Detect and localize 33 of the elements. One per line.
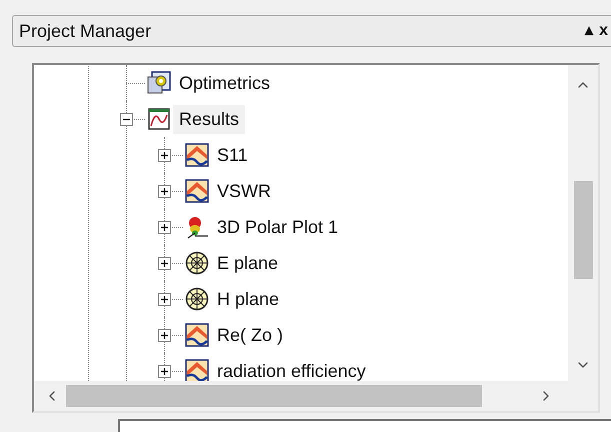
close-button[interactable]: x — [596, 23, 611, 39]
plot-icon — [185, 359, 209, 381]
horizontal-scrollbar[interactable] — [34, 381, 568, 411]
expand-button[interactable] — [158, 328, 170, 342]
polar-plot-icon — [185, 287, 209, 311]
expand-button[interactable] — [158, 256, 170, 270]
vertical-scrollbar[interactable] — [568, 65, 598, 381]
tree-item[interactable]: Re( Zo ) — [211, 320, 290, 350]
expand-button[interactable] — [158, 148, 170, 162]
tree-item[interactable]: E plane — [211, 248, 284, 278]
chart-window-icon — [147, 107, 171, 131]
expand-button[interactable] — [158, 184, 170, 198]
expand-button[interactable] — [158, 292, 170, 306]
tree-item[interactable]: 3D Polar Plot 1 — [211, 212, 344, 242]
tree-item[interactable]: Results — [173, 104, 246, 134]
tree-item[interactable]: Optimetrics — [173, 68, 276, 98]
polar-plot-icon — [185, 251, 209, 275]
pin-button[interactable]: ▴ — [582, 23, 596, 39]
expand-button[interactable] — [158, 220, 170, 234]
plot-icon — [185, 323, 209, 347]
collapse-button[interactable] — [120, 112, 132, 126]
panel-title: Project Manager — [19, 20, 152, 42]
scrollbar-thumb[interactable] — [574, 181, 592, 279]
expand-button[interactable] — [158, 364, 170, 378]
tree-item[interactable]: VSWR — [211, 176, 277, 206]
scrollbar-thumb[interactable] — [66, 385, 482, 407]
gear-icon — [147, 71, 171, 95]
tree-item[interactable]: S11 — [211, 140, 254, 170]
tree-item[interactable]: H plane — [211, 284, 286, 314]
3d-plot-icon — [185, 215, 209, 239]
plot-icon — [185, 179, 209, 203]
tree-item[interactable]: radiation efficiency — [211, 356, 372, 381]
plot-icon — [185, 143, 209, 167]
